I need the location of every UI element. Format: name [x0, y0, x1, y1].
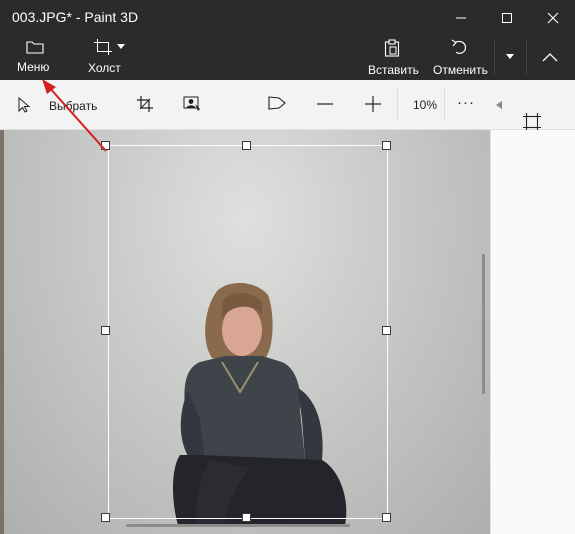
sticker-flag-icon: [268, 96, 286, 110]
select-cursor-icon: [18, 97, 30, 113]
resize-handle-right[interactable]: [382, 326, 391, 335]
vertical-scrollbar[interactable]: [482, 254, 485, 394]
side-toolbar: [490, 80, 575, 131]
more-label: ···: [457, 94, 475, 111]
clipboard-icon: [384, 39, 400, 57]
canvas-tab-button[interactable]: Холст: [80, 34, 134, 80]
ribbon-divider: [494, 40, 495, 74]
side-panel: [490, 130, 575, 534]
paste-button[interactable]: Вставить: [364, 34, 420, 80]
expand-chevron-icon[interactable]: [496, 101, 502, 109]
ribbon: Меню Холст Вставить Отменить: [0, 34, 575, 80]
zoom-out-icon: [317, 103, 333, 105]
zoom-in-button[interactable]: [356, 80, 390, 128]
collapse-chevron-icon: [542, 53, 558, 62]
resize-handle-left[interactable]: [101, 326, 110, 335]
zoom-out-button[interactable]: [308, 80, 342, 128]
magic-select-button[interactable]: [174, 80, 208, 128]
resize-handle-top-right[interactable]: [382, 141, 391, 150]
collapse-ribbon-button[interactable]: [530, 34, 570, 80]
close-icon: [547, 12, 559, 24]
resize-handle-bottom-left[interactable]: [101, 513, 110, 522]
window-title: 003.JPG* - Paint 3D: [12, 9, 139, 25]
ribbon-divider: [526, 40, 527, 74]
close-button[interactable]: [529, 0, 575, 34]
selection-frame[interactable]: [108, 145, 388, 519]
minimize-button[interactable]: [437, 0, 483, 34]
menu-button[interactable]: Меню: [6, 34, 64, 80]
undo-label: Отменить: [433, 63, 488, 77]
zoom-in-icon: [365, 96, 381, 112]
toolbar-divider: [444, 88, 445, 120]
resize-handle-top[interactable]: [242, 141, 251, 150]
undo-icon: [451, 39, 467, 54]
menu-label: Меню: [17, 60, 50, 74]
more-ribbon-button[interactable]: [498, 34, 522, 80]
more-options-button[interactable]: ···: [448, 80, 484, 128]
paste-label: Вставить: [368, 63, 419, 77]
title-bar: 003.JPG* - Paint 3D: [0, 0, 575, 34]
resize-handle-bottom-right[interactable]: [382, 513, 391, 522]
maximize-button[interactable]: [483, 0, 529, 34]
canvas-icon[interactable]: [523, 113, 541, 131]
undo-button[interactable]: Отменить: [430, 34, 490, 80]
canvas-label: Холст: [88, 61, 121, 75]
toolbar-divider: [397, 88, 398, 120]
zoom-level[interactable]: 10%: [402, 80, 442, 128]
annotation-arrow: [42, 79, 107, 152]
zoom-value: 10%: [413, 98, 438, 112]
folder-icon: [26, 41, 44, 54]
horizontal-scrollbar[interactable]: [126, 524, 350, 527]
sticker-button[interactable]: [260, 80, 294, 128]
chevron-down-icon: [117, 44, 125, 49]
maximize-icon: [502, 13, 512, 23]
canvas-area[interactable]: [0, 130, 490, 534]
magic-select-icon: [183, 96, 200, 111]
chevron-down-icon: [506, 54, 514, 59]
canvas-crop-icon: [94, 39, 112, 55]
minimize-icon: [456, 17, 466, 19]
resize-handle-bottom[interactable]: [242, 513, 251, 522]
